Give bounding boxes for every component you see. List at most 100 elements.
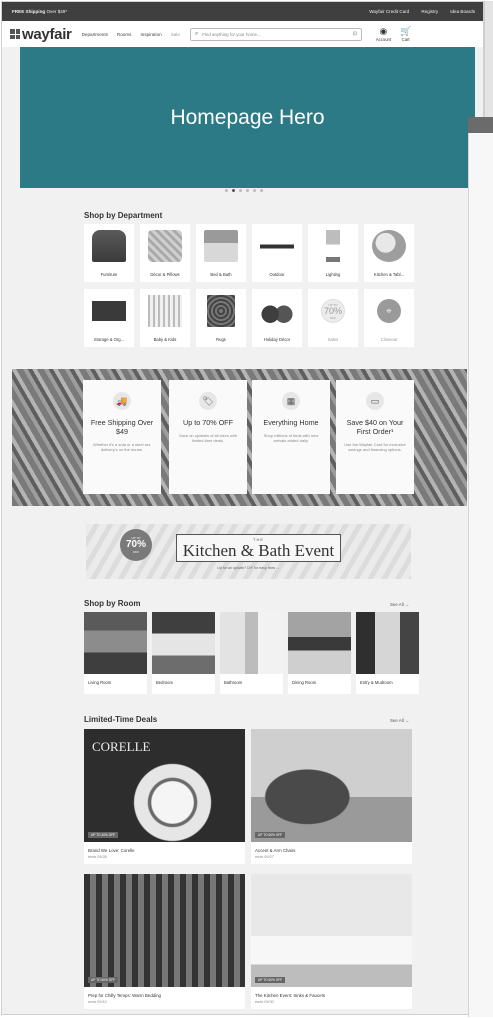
cart-icon: 🛒 [400, 25, 412, 36]
rooms-see-all-link[interactable]: See All → [390, 602, 409, 607]
value-prop-title: Everything Home [263, 418, 319, 427]
credit-card-icon: ▭ [366, 392, 384, 410]
department-tile[interactable]: Décor & Pillows [140, 224, 190, 282]
room-card[interactable]: Bathroom [220, 612, 283, 694]
value-props-band: 🚚 Free Shipping Over $49 Whether it's a so… [12, 369, 467, 506]
nav-departments[interactable]: Departments [82, 32, 108, 37]
department-label: Holiday Décor [263, 337, 291, 342]
search-input[interactable]: ⌕ Find anything for your home... ⊡ [189, 27, 362, 41]
deal-end-date: ends 09/30 [255, 1000, 274, 1004]
camera-search-icon[interactable]: ⊡ [353, 31, 357, 37]
department-tile[interactable]: ⌖ Closeout [364, 289, 414, 347]
room-card[interactable]: Bedroom [152, 612, 215, 694]
department-image [260, 230, 294, 262]
kitchen-badge: UP TO 70% OFF [120, 529, 152, 561]
nav-sale[interactable]: Sale [171, 32, 180, 37]
department-tile[interactable]: Kitchen & Tabl... [364, 224, 414, 282]
deal-end-date: ends 09/10 [88, 1000, 107, 1004]
value-prop-description: Whether it's a sofa or a steel set, deli… [92, 442, 152, 453]
deal-card[interactable]: UP TO 60% OFF The Kitchen Event: Sinks & … [251, 874, 412, 1009]
department-tile[interactable]: UP TO 70% OFF Sales [308, 289, 358, 347]
deal-title: Brand We Love: Corelle [88, 848, 135, 853]
carousel-dot[interactable] [245, 189, 249, 192]
room-card[interactable]: Entry & Mudroom [356, 612, 419, 694]
department-image [260, 295, 294, 327]
carousel-dot[interactable] [238, 189, 242, 192]
room-card[interactable]: Dining Room [288, 612, 351, 694]
main-nav: Departments Rooms Inspiration Sale [82, 32, 180, 37]
site-header: wayfair Departments Rooms Inspiration Sa… [2, 21, 483, 47]
department-tile[interactable]: Bed & Bath [196, 224, 246, 282]
department-tile[interactable]: Lighting [308, 224, 358, 282]
discount-tag: UP TO 40% OFF [88, 832, 119, 838]
department-tile[interactable]: Holiday Décor [252, 289, 302, 347]
department-tile[interactable]: Outdoor [252, 224, 302, 282]
carousel-dot[interactable] [231, 189, 235, 192]
truck-icon: 🚚 [113, 392, 131, 410]
value-prop-title: Save $40 on Your First Order¹ [346, 418, 404, 436]
department-tile[interactable]: Baby & Kids [140, 289, 190, 347]
account-area: ◉ Account 🛒 Cart [376, 25, 412, 42]
deal-card[interactable]: UP TO 50% OFF Prep for Chilly Temps: Warm… [84, 874, 245, 1009]
account-icon: ◉ [379, 25, 388, 36]
value-prop-description: Save on updates of all sizes with limite… [178, 433, 238, 444]
department-tile[interactable]: Furniture [84, 224, 134, 282]
discount-tag: UP TO 60% OFF [255, 977, 286, 983]
carousel-dot[interactable] [259, 189, 263, 192]
deals-see-all-link[interactable]: See All → [390, 718, 409, 723]
deal-card[interactable]: UP TO 60% OFF Accent & Arm Chairs ends 09/… [251, 729, 412, 864]
department-image [148, 295, 182, 327]
deal-image: UP TO 60% OFF [251, 874, 412, 987]
value-prop-card[interactable]: ▭ Save $40 on Your First Order¹ Use the Wa… [336, 380, 414, 494]
credit-card-link[interactable]: Wayfair Credit Card [369, 9, 409, 14]
carousel-dot[interactable] [252, 189, 256, 192]
search-icon: ⌕ [194, 30, 199, 37]
cart-button[interactable]: 🛒 Cart [400, 25, 412, 42]
kitchen-banner-title: THE Kitchen & Bath Event [175, 533, 342, 562]
rooms-title: Shop by Room [84, 599, 141, 608]
room-card[interactable]: Living Room [84, 612, 147, 694]
nav-inspiration[interactable]: Inspiration [140, 32, 161, 37]
department-image [148, 230, 182, 262]
department-label: Outdoor [269, 272, 285, 277]
nav-rooms[interactable]: Rooms [117, 32, 132, 37]
free-shipping-promo[interactable]: FREE Shipping Over $49* [12, 9, 67, 14]
deals-title: Limited-Time Deals [84, 715, 158, 724]
room-list: Living Room Bedroom Bathroom Dining Room Ent… [84, 612, 419, 694]
hero-label: Homepage Hero [170, 105, 325, 129]
department-tile[interactable]: Storage & Org... [84, 289, 134, 347]
department-label: Baby & Kids [153, 337, 177, 342]
account-button[interactable]: ◉ Account [376, 25, 391, 42]
utility-links: Wayfair Credit Card Registry Idea Boards [369, 9, 475, 14]
room-image [356, 612, 419, 674]
room-label: Bedroom [156, 680, 173, 685]
wayfair-logo[interactable]: wayfair [10, 26, 72, 43]
value-prop-card[interactable]: ▦ Everything Home Shop millions of finds w… [252, 380, 330, 494]
room-image [220, 612, 283, 674]
value-prop-card[interactable]: 🏷 Up to 70% OFF Save on updates of all siz… [169, 380, 247, 494]
deal-end-date: ends 09/28 [88, 855, 107, 859]
value-prop-description: Use the Wayfair Card for exclusive savin… [344, 442, 406, 453]
deal-image: CORELLE UP TO 40% OFF [84, 729, 245, 842]
departments-title: Shop by Department [84, 211, 163, 220]
homepage-hero[interactable]: Homepage Hero [20, 47, 475, 188]
department-label: Sales [327, 337, 339, 342]
deal-card[interactable]: CORELLE UP TO 40% OFF Brand We Love: Corel… [84, 729, 245, 864]
value-prop-description: Shop millions of finds with new arrivals… [263, 433, 319, 444]
overlay-panel-header [468, 117, 493, 133]
department-label: Bed & Bath [210, 272, 232, 277]
deal-title: Prep for Chilly Temps: Warm Bedding [88, 993, 161, 998]
discount-tag: UP TO 50% OFF [88, 977, 119, 983]
value-prop-card[interactable]: 🚚 Free Shipping Over $49 Whether it's a so… [83, 380, 161, 494]
department-label: Closeout [380, 337, 398, 342]
registry-link[interactable]: Registry [421, 9, 438, 14]
kitchen-banner-subtitle: Up for an update? DIY for easy fixes → [217, 566, 280, 570]
department-tile[interactable]: Rugs [196, 289, 246, 347]
kitchen-bath-banner[interactable]: UP TO 70% OFF THE Kitchen & Bath Event U… [86, 524, 411, 579]
department-label: Rugs [216, 337, 226, 342]
deal-title: Accent & Arm Chairs [255, 848, 296, 853]
top-promo-bar: FREE Shipping Over $49* Wayfair Credit C… [2, 2, 483, 21]
discount-tag: UP TO 60% OFF [255, 832, 286, 838]
carousel-dot[interactable] [224, 189, 228, 192]
idea-boards-link[interactable]: Idea Boards [450, 9, 475, 14]
